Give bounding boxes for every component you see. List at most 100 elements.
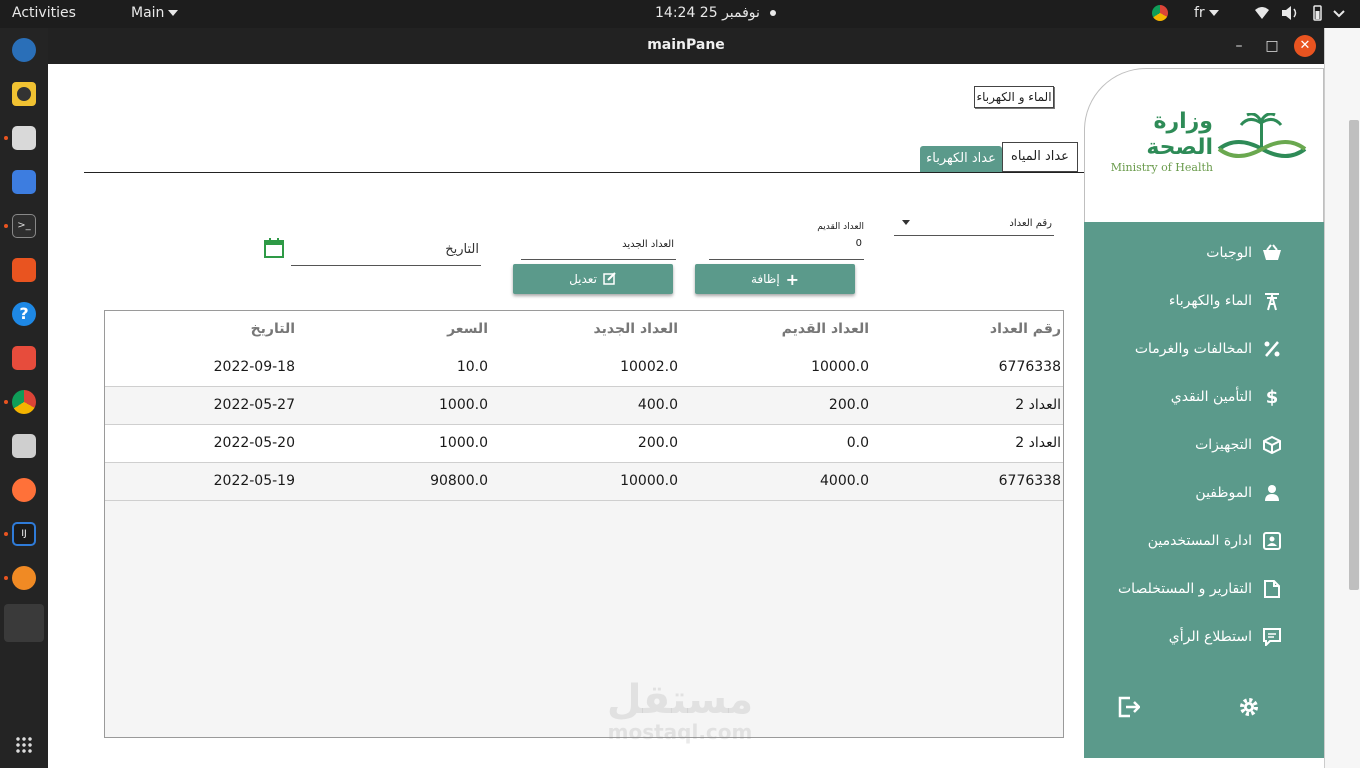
file-icon — [1262, 579, 1282, 599]
chrome-indicator-icon[interactable] — [1152, 5, 1168, 21]
table-row[interactable]: العداد 2 0.0 200.0 1000.0 2022-05-20 — [105, 425, 1063, 463]
column-header[interactable]: التاريخ — [251, 321, 295, 337]
writer-icon[interactable] — [12, 170, 36, 194]
sidebar-item-cash-insurance[interactable]: $ التأمين النقدي — [1171, 382, 1282, 412]
terminal-icon[interactable]: >_ — [12, 214, 36, 238]
tab-water-meter[interactable]: عداد المياه — [1002, 142, 1078, 172]
chrome-icon[interactable] — [12, 390, 36, 414]
id-card-icon — [1262, 531, 1282, 551]
software-center-icon[interactable] — [12, 258, 36, 282]
column-header[interactable]: السعر — [447, 321, 488, 337]
column-header[interactable]: العداد القديم — [782, 321, 869, 337]
calendar-icon[interactable] — [264, 238, 284, 258]
sidebar-item-water-electricity[interactable]: الماء والكهرباء — [1169, 286, 1282, 316]
sidebar-item-survey[interactable]: استطلاع الرأي — [1169, 622, 1282, 652]
main-window: mainPane – □ ✕ الماء و الكهرباء عداد الك… — [48, 28, 1324, 768]
window-titlebar[interactable]: mainPane – □ ✕ — [48, 28, 1324, 64]
logo-arabic-text: وزارة الصحة — [1146, 109, 1213, 160]
table-cell: 10000.0 — [811, 359, 869, 375]
table-cell: 6776338 — [998, 473, 1061, 489]
language-label: fr — [1194, 5, 1205, 21]
anydesk-icon[interactable] — [12, 346, 36, 370]
column-header[interactable]: رقم العداد — [990, 321, 1061, 337]
new-meter-field[interactable]: العداد الجديد — [521, 236, 676, 260]
screenshot-icon[interactable] — [12, 434, 36, 458]
sidebar-item-label: المخالفات والغرمات — [1134, 341, 1252, 357]
content-area: الماء و الكهرباء عداد الكهرباء عداد المي… — [84, 64, 1324, 768]
sidebar-item-meals[interactable]: الوجبات — [1206, 238, 1282, 268]
sidebar-item-employees[interactable]: الموظفين — [1195, 478, 1282, 508]
meter-number-select[interactable]: رقم العداد — [894, 214, 1054, 236]
column-header[interactable]: العداد الجديد — [594, 321, 678, 337]
table-cell: 0.0 — [846, 435, 869, 451]
logout-icon[interactable] — [1118, 696, 1141, 718]
sidebar-item-reports[interactable]: التقارير و المستخلصات — [1118, 574, 1282, 604]
app-icon[interactable] — [12, 566, 36, 590]
edit-button[interactable]: تعديل — [513, 264, 673, 294]
tab-divider — [84, 172, 1084, 173]
thunderbird-icon[interactable] — [12, 38, 36, 62]
table-cell: 2022-05-20 — [213, 435, 295, 451]
clock[interactable]: 14:24 25 نوفمبر — [655, 5, 777, 21]
palm-swords-emblem-icon — [1217, 112, 1307, 163]
chevron-down-icon — [1208, 10, 1219, 16]
table-cell: 10000.0 — [620, 473, 678, 489]
close-button[interactable]: ✕ — [1294, 35, 1316, 57]
app-menu[interactable]: Main — [131, 5, 179, 21]
sidebar-item-violations[interactable]: المخالفات والغرمات — [1135, 334, 1282, 364]
help-icon[interactable]: ? — [12, 302, 36, 326]
running-indicator — [4, 136, 8, 140]
add-button[interactable]: + إظافة — [695, 264, 855, 294]
maximize-button[interactable]: □ — [1261, 35, 1283, 57]
user-icon — [1262, 483, 1282, 503]
minimize-button[interactable]: – — [1228, 35, 1250, 57]
sidebar-item-label: التقارير و المستخلصات — [1118, 581, 1252, 597]
sidebar-item-user-management[interactable]: ادارة المستخدمين — [1148, 526, 1282, 556]
dock: >_ ? IJ — [0, 28, 48, 768]
running-indicator — [4, 224, 8, 228]
files-icon[interactable] — [12, 126, 36, 150]
table-cell: العداد 2 — [1015, 397, 1061, 413]
active-app-slot[interactable] — [4, 604, 44, 642]
sidebar-item-label: الموظفين — [1195, 485, 1252, 501]
rhythmbox-icon[interactable] — [12, 82, 36, 106]
running-indicator — [4, 532, 8, 536]
table-cell: 200.0 — [828, 397, 869, 413]
table-cell: 200.0 — [637, 435, 678, 451]
table-row[interactable]: 6776338 4000.0 10000.0 90800.0 2022-05-1… — [105, 463, 1063, 501]
clock-label: 14:24 25 نوفمبر — [655, 5, 760, 21]
scrollbar[interactable] — [1324, 28, 1360, 768]
table-cell: 4000.0 — [820, 473, 869, 489]
notification-dot-icon — [770, 10, 777, 16]
table-row[interactable]: العداد 2 200.0 400.0 1000.0 2022-05-27 — [105, 387, 1063, 425]
box-icon — [1262, 435, 1282, 455]
activities-button[interactable]: Activities — [12, 5, 76, 21]
sidebar-item-label: الوجبات — [1206, 245, 1252, 261]
percent-icon — [1262, 339, 1282, 359]
plus-icon: + — [785, 269, 800, 289]
sidebar: وزارة الصحة Ministry of Health الوجبات ا… — [1084, 64, 1324, 758]
new-meter-placeholder: العداد الجديد — [622, 239, 674, 250]
sidebar-menu: الوجبات الماء والكهرباء المخالفات والغرم… — [1084, 222, 1324, 758]
sidebar-item-equipment[interactable]: التجهيزات — [1195, 430, 1282, 460]
firefox-icon[interactable] — [12, 478, 36, 502]
comment-icon — [1262, 627, 1282, 647]
scrollbar-thumb[interactable] — [1349, 120, 1359, 590]
section-label: الماء و الكهرباء — [974, 86, 1054, 108]
language-selector[interactable]: fr — [1194, 5, 1219, 21]
chevron-down-icon — [168, 10, 179, 16]
table-cell: 10002.0 — [620, 359, 678, 375]
watermark: مستقل mostaql.com — [590, 680, 770, 744]
intellij-icon[interactable]: IJ — [12, 522, 36, 546]
old-meter-field[interactable]: 0 — [709, 236, 864, 260]
date-placeholder: التاريخ — [445, 242, 479, 257]
date-field[interactable]: التاريخ — [291, 238, 481, 266]
table-cell: 2022-09-18 — [213, 359, 295, 375]
gear-icon[interactable] — [1238, 696, 1260, 718]
table-row[interactable]: 6776338 10000.0 10002.0 10.0 2022-09-18 — [105, 349, 1063, 387]
tab-electricity-meter[interactable]: عداد الكهرباء — [920, 146, 1002, 172]
basket-icon — [1262, 243, 1282, 263]
show-apps-icon[interactable] — [15, 736, 33, 754]
status-area[interactable] — [1254, 5, 1350, 25]
running-indicator — [4, 576, 8, 580]
